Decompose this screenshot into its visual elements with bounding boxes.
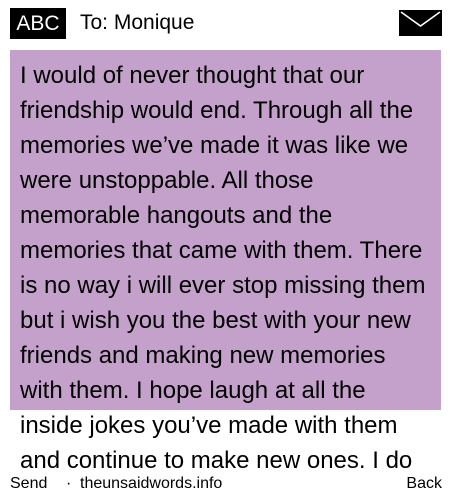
back-button[interactable]: Back	[406, 473, 442, 495]
envelope-icon	[399, 10, 442, 36]
input-mode-badge[interactable]: ABC	[10, 8, 66, 39]
separator-dot: ·	[66, 475, 72, 492]
recipient-label: To: Monique	[80, 11, 195, 34]
message-header: ABC To: Monique	[0, 0, 450, 46]
send-button[interactable]: Send	[10, 473, 47, 495]
softkey-bar: Send · theunsaidwords.info Back	[0, 473, 450, 500]
site-credit: theunsaidwords.info	[80, 475, 223, 492]
message-body[interactable]: I would of never thought that our friend…	[20, 58, 432, 478]
